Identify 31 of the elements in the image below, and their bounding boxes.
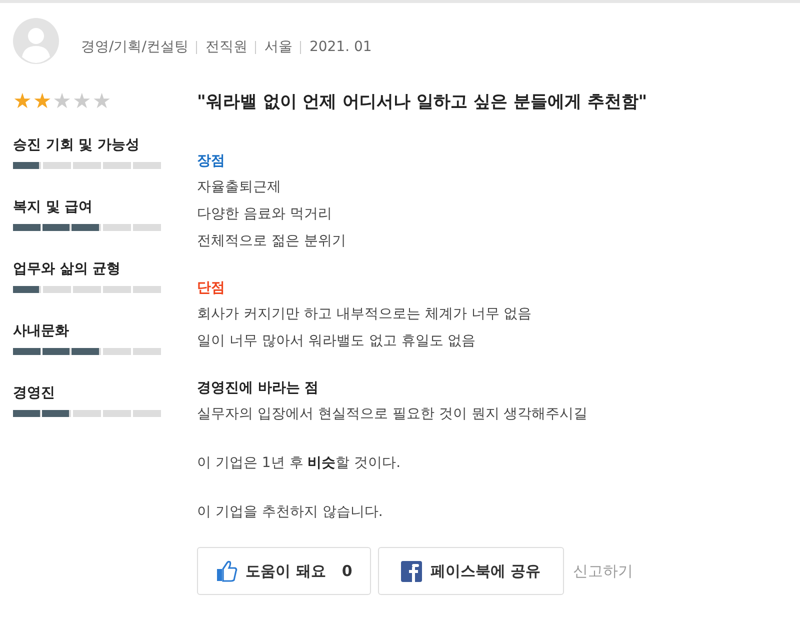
author-info: 경영/기획/컨설팅 <box>81 38 188 56</box>
author-info: 서울 <box>264 38 292 56</box>
star-icon: ★ <box>52 90 72 112</box>
review-line: 다양한 음료와 먹거리 <box>197 205 333 224</box>
section-heading: 단점 <box>197 279 226 297</box>
review-line: 전체적으로 젊은 분위기 <box>197 232 347 251</box>
review-line: 자율출퇴근제 <box>197 178 282 197</box>
star-icon: ★ <box>92 90 112 112</box>
category-name: 승진 기회 및 가능성 <box>13 136 141 154</box>
facebook-icon <box>401 560 422 582</box>
avatar-icon <box>13 18 59 64</box>
review-line: 회사가 커지기만 하고 내부적으로는 체계가 너무 없음 <box>197 305 533 324</box>
star-icon: ★ <box>32 90 52 112</box>
star-icon: ★ <box>72 90 92 112</box>
category-name: 업무와 삶의 균형 <box>13 260 122 278</box>
category-name: 경영진 <box>13 384 56 402</box>
author-info: 전직원 <box>205 38 248 56</box>
helpful-button[interactable]: 도움이 돼요 0 <box>197 547 371 595</box>
section-heading: 경영진에 바라는 점 <box>197 379 320 397</box>
category-name: 사내문화 <box>13 322 70 340</box>
thumbs-up-icon <box>216 560 238 582</box>
category-name: 복지 및 급여 <box>13 198 94 216</box>
section-heading: 장점 <box>197 152 226 170</box>
facebook-share-button[interactable]: 페이스북에 공유 <box>378 547 564 595</box>
recommendation-text: 이 기업을 추천하지 않습니다. <box>197 503 384 522</box>
outlook-text: 이 기업은 1년 후 비슷할 것이다. <box>197 454 402 473</box>
author-info: 2021. 01 <box>309 39 372 55</box>
review-line: 일이 너무 많아서 워라밸도 없고 휴일도 없음 <box>197 332 477 351</box>
review-line: 실무자의 입장에서 현실적으로 필요한 것이 뭔지 생각해주시길 <box>197 405 589 424</box>
star-icon: ★ <box>13 90 32 112</box>
review-title: "워라밸 없이 언제 어디서나 일하고 싶은 분들에게 추천함" <box>197 91 648 114</box>
